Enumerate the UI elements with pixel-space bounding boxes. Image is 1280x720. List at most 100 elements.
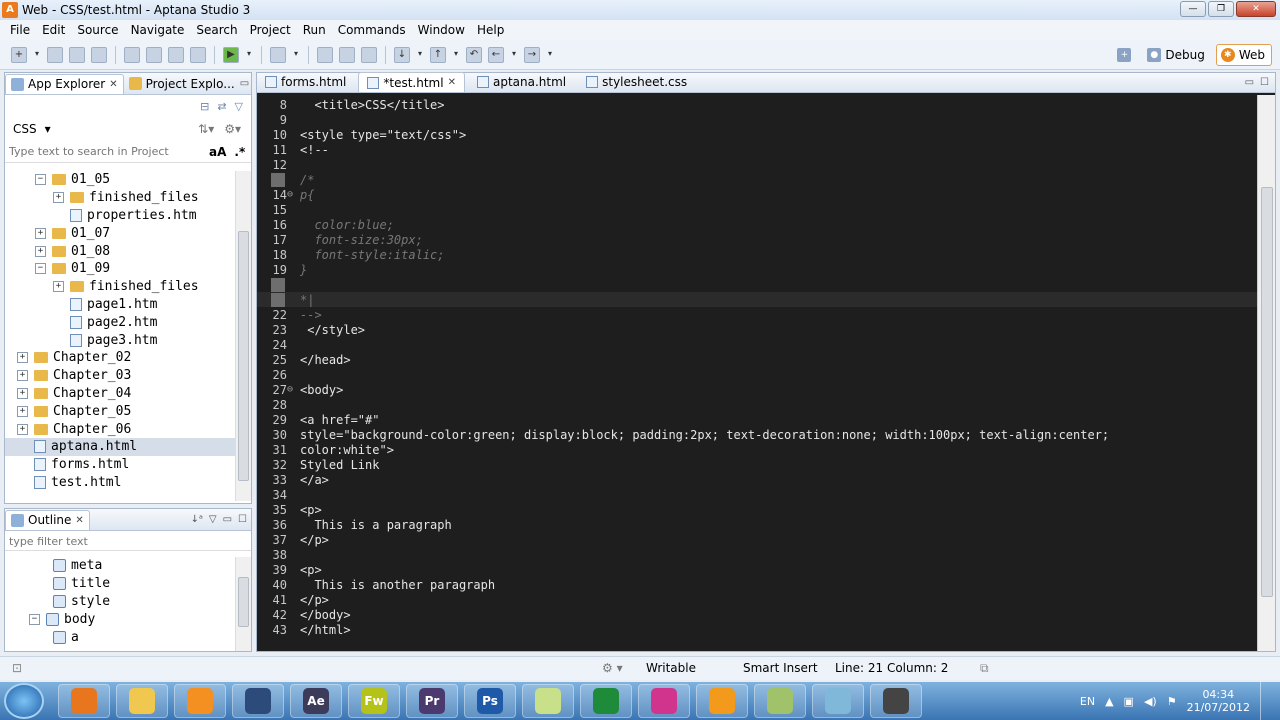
code-line[interactable]: 23 </style> <box>257 322 1257 337</box>
taskbar-app-button[interactable]: Ps <box>464 684 516 718</box>
menu-navigate[interactable]: Navigate <box>125 23 191 37</box>
fast-view-icon[interactable]: ⊡ <box>12 661 22 675</box>
taskbar-app-button[interactable] <box>754 684 806 718</box>
taskbar-app-button[interactable]: Pr <box>406 684 458 718</box>
language-indicator[interactable]: EN <box>1080 695 1095 708</box>
code-line[interactable]: 25 </head> <box>257 352 1257 367</box>
taskbar-app-button[interactable] <box>522 684 574 718</box>
tree-item[interactable]: + Chapter_06 <box>5 420 235 438</box>
scrollbar-thumb[interactable] <box>1261 187 1273 597</box>
expand-toggle-icon[interactable]: + <box>35 245 46 257</box>
menu-run[interactable]: Run <box>297 23 332 37</box>
taskbar-app-button[interactable] <box>58 684 110 718</box>
expand-toggle-icon[interactable]: + <box>17 405 28 417</box>
status-extra-icon[interactable]: ⧉ <box>980 661 989 676</box>
prev-annotation-icon[interactable]: ↑ <box>430 46 446 63</box>
code-line[interactable]: 35 <p> <box>257 502 1257 517</box>
sort-icon[interactable]: ↓ᵃ <box>191 514 203 525</box>
menu-window[interactable]: Window <box>412 23 471 37</box>
code-line[interactable]: 10 <style type="text/css"> <box>257 127 1257 142</box>
code-line[interactable]: 12 <box>257 157 1257 172</box>
outline-item[interactable]: a <box>5 628 235 646</box>
expand-toggle-icon[interactable]: − <box>29 613 40 625</box>
code-line[interactable]: 11 <!-- <box>257 142 1257 157</box>
menu-commands[interactable]: Commands <box>332 23 412 37</box>
outline-item[interactable]: style <box>5 593 235 611</box>
code-line[interactable]: 29 <a href="#" <box>257 412 1257 427</box>
maximize-view-icon[interactable]: ☐ <box>238 514 247 525</box>
annotation-marker[interactable] <box>271 277 285 292</box>
code-line[interactable]: 34 <box>257 487 1257 502</box>
expand-toggle-icon[interactable]: + <box>17 423 28 435</box>
tree-item[interactable]: − 01_05 <box>5 171 235 189</box>
last-edit-icon[interactable]: ↶ <box>466 46 482 63</box>
sort-icon[interactable]: ⇅▾ <box>198 122 214 136</box>
run-dropdown-icon[interactable]: ▾ <box>245 47 253 63</box>
web-perspective-button[interactable]: ✱ Web <box>1215 44 1272 66</box>
code-line[interactable]: 42 </body> <box>257 607 1257 622</box>
deploy-icon[interactable] <box>270 46 286 63</box>
collapse-all-icon[interactable]: ⊟ <box>200 100 209 113</box>
start-button[interactable] <box>4 683 44 719</box>
terminal-icon[interactable] <box>190 46 206 63</box>
forward-dropdown-icon[interactable]: ▾ <box>546 47 554 63</box>
menu-file[interactable]: File <box>4 23 36 37</box>
tree-item[interactable]: page3.htm <box>5 331 235 349</box>
save-icon[interactable] <box>47 46 63 63</box>
tree-item[interactable]: + Chapter_03 <box>5 367 235 385</box>
editor-tab[interactable]: stylesheet.css <box>578 72 695 92</box>
editor-tab[interactable]: forms.html <box>257 72 354 92</box>
split-icon[interactable] <box>146 46 162 63</box>
project-search-input[interactable] <box>9 142 203 161</box>
taskbar-app-button[interactable] <box>232 684 284 718</box>
code-line[interactable]: 31 color:white"> <box>257 442 1257 457</box>
close-icon[interactable]: ✕ <box>75 515 83 526</box>
expand-toggle-icon[interactable]: − <box>35 263 46 275</box>
regex-toggle[interactable]: .* <box>234 145 245 159</box>
expand-toggle-icon[interactable]: + <box>35 227 46 239</box>
code-line[interactable]: 28 <box>257 397 1257 412</box>
code-line[interactable]: 38 <box>257 547 1257 562</box>
format-icon[interactable] <box>317 46 333 63</box>
maximize-view-icon[interactable]: ☐ <box>1260 77 1269 88</box>
code-line[interactable]: 26 <box>257 367 1257 382</box>
taskbar-app-button[interactable]: Fw <box>348 684 400 718</box>
prev-annotation-dropdown-icon[interactable]: ▾ <box>452 47 460 63</box>
menu-source[interactable]: Source <box>71 23 124 37</box>
code-line[interactable]: 27 ⊖ <body> <box>257 382 1257 397</box>
tree-item[interactable]: + Chapter_02 <box>5 349 235 367</box>
taskbar-app-button[interactable] <box>638 684 690 718</box>
code-line[interactable]: /* <box>257 172 1257 187</box>
taskbar-app-button[interactable] <box>116 684 168 718</box>
outline-scrollbar[interactable] <box>235 557 251 651</box>
expand-toggle-icon[interactable]: + <box>17 387 28 399</box>
volume-icon[interactable]: ◀) <box>1144 695 1157 708</box>
layout-icon[interactable] <box>124 46 140 63</box>
link-editor-icon[interactable]: ⇄ <box>217 100 226 113</box>
expand-toggle-icon[interactable]: + <box>53 281 64 293</box>
view-menu-icon[interactable]: ▽ <box>209 514 217 525</box>
code-line[interactable]: 40 This is another paragraph <box>257 577 1257 592</box>
tree-item[interactable]: +01_07 <box>5 224 235 242</box>
gear-icon[interactable]: ⚙▾ <box>224 122 241 136</box>
editor-tab[interactable]: aptana.html <box>469 72 574 92</box>
menu-edit[interactable]: Edit <box>36 23 71 37</box>
run-icon[interactable]: ▶ <box>223 46 239 63</box>
next-annotation-icon[interactable]: ↓ <box>394 46 410 63</box>
code-line[interactable]: 37 </p> <box>257 532 1257 547</box>
code-line[interactable]: 18 font-style:italic; <box>257 247 1257 262</box>
tree-item[interactable]: + Chapter_04 <box>5 385 235 403</box>
close-button[interactable]: ✕ <box>1236 1 1276 17</box>
tree-item[interactable]: + Chapter_05 <box>5 402 235 420</box>
code-line[interactable]: 17 font-size:30px; <box>257 232 1257 247</box>
tray-expand-icon[interactable]: ▲ <box>1105 695 1113 708</box>
code-line[interactable]: 14 ⊖ p{ <box>257 187 1257 202</box>
tree-scrollbar[interactable] <box>235 171 251 501</box>
debug-perspective-button[interactable]: ● Debug <box>1142 44 1211 66</box>
preview-icon[interactable] <box>168 46 184 63</box>
expand-toggle-icon[interactable]: + <box>17 370 28 382</box>
taskbar-app-button[interactable] <box>812 684 864 718</box>
case-sensitive-toggle[interactable]: aA <box>209 145 226 159</box>
network-icon[interactable]: ▣ <box>1124 695 1134 708</box>
new-dropdown-icon[interactable]: ▾ <box>33 47 41 63</box>
